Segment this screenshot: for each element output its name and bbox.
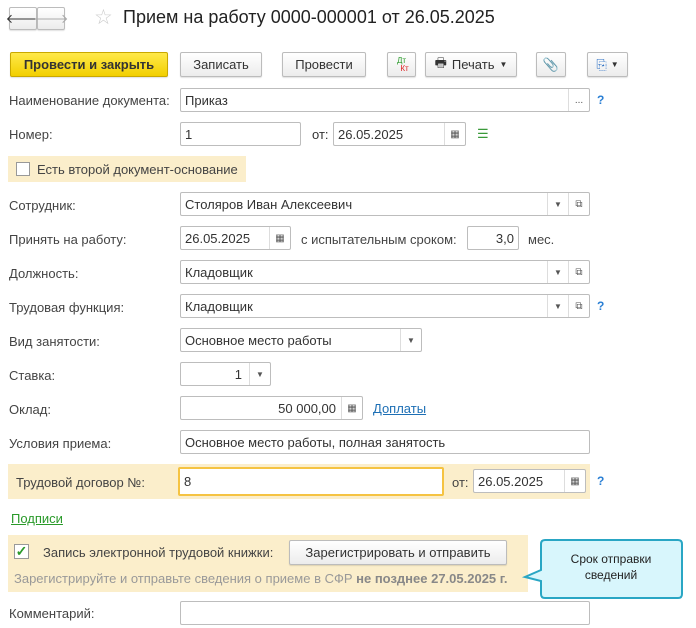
print-button[interactable]: 🖶 Печать ▼ — [425, 52, 517, 77]
chevron-down-icon[interactable]: ▼ — [547, 295, 568, 317]
position-value: Кладовщик — [185, 264, 253, 280]
hire-date-label: Принять на работу: — [9, 232, 127, 247]
print-label: Печать — [451, 57, 495, 72]
calendar-icon[interactable]: ▦ — [564, 470, 585, 492]
chevron-down-icon: ▼ — [499, 60, 508, 69]
rate-label: Ставка: — [9, 368, 56, 383]
employee-value: Столяров Иван Алексеевич — [185, 196, 353, 212]
number-field[interactable]: 1 — [180, 122, 301, 146]
chevron-down-icon[interactable]: ▼ — [249, 363, 270, 385]
salary-value: 50 000,00 — [278, 400, 336, 416]
hire-date-value: 26.05.2025 — [185, 230, 251, 246]
date-from-label: от: — [312, 127, 329, 142]
number-label: Номер: — [9, 127, 53, 142]
contract-date-field[interactable]: 26.05.2025 ▦ — [473, 469, 586, 493]
document-arrow-icon: ⎘ — [596, 56, 607, 72]
help-icon[interactable]: ? — [597, 474, 604, 488]
callout-text: Срок отправки сведений — [570, 552, 652, 582]
star-icon[interactable]: ☆ — [94, 5, 113, 30]
months-label: мес. — [528, 232, 555, 247]
etk-note: Зарегистрируйте и отправьте сведения о п… — [14, 571, 508, 586]
printer-icon: 🖶 — [434, 54, 447, 70]
extras-link[interactable]: Доплаты — [373, 401, 426, 416]
function-field[interactable]: Кладовщик ▼ ⧉ — [180, 294, 590, 318]
conditions-label: Условия приема: — [9, 436, 112, 451]
chevron-down-icon[interactable]: ▼ — [400, 329, 421, 351]
signatures-link[interactable]: Подписи — [11, 511, 63, 526]
comment-label: Комментарий: — [9, 606, 95, 621]
chevron-down-icon: ▼ — [610, 60, 619, 69]
salary-label: Оклад: — [9, 402, 51, 417]
open-icon[interactable]: ⧉ — [568, 295, 589, 317]
employee-label: Сотрудник: — [9, 198, 76, 213]
register-and-send-button[interactable]: Зарегистрировать и отправить — [289, 540, 507, 565]
function-label: Трудовая функция: — [9, 300, 125, 315]
doc-name-value: Приказ — [185, 92, 228, 108]
position-label: Должность: — [9, 266, 79, 281]
attach-button[interactable]: 📎 — [536, 52, 566, 77]
check-list-icon[interactable]: ☰ — [477, 126, 489, 142]
probation-field[interactable]: 3,0 — [467, 226, 519, 250]
employment-label: Вид занятости: — [9, 334, 100, 349]
post-and-close-button[interactable]: Провести и закрыть — [10, 52, 168, 77]
help-icon[interactable]: ? — [597, 299, 604, 313]
function-value: Кладовщик — [185, 298, 253, 314]
employment-value: Основное место работы — [185, 332, 332, 348]
chevron-down-icon[interactable]: ▼ — [547, 193, 568, 215]
kt-label: Кт — [400, 63, 409, 73]
hire-date-field[interactable]: 26.05.2025 ▦ — [180, 226, 291, 250]
date-field[interactable]: 26.05.2025 ▦ — [333, 122, 466, 146]
probation-label: с испытательным сроком: — [301, 232, 457, 247]
contract-label: Трудовой договор №: — [16, 475, 145, 490]
employee-field[interactable]: Столяров Иван Алексеевич ▼ ⧉ — [180, 192, 590, 216]
etk-checkbox[interactable]: ✓ — [14, 544, 29, 559]
employment-select[interactable]: Основное место работы ▼ — [180, 328, 422, 352]
doc-name-label: Наименование документа: — [9, 93, 170, 108]
dt-kt-button[interactable]: Дт Кт — [387, 52, 416, 77]
salary-field[interactable]: 50 000,00 ▦ — [180, 396, 363, 420]
select-button[interactable]: ... — [568, 89, 589, 111]
rate-select[interactable]: 1 ▼ — [180, 362, 271, 386]
calculator-icon[interactable]: ▦ — [341, 397, 362, 419]
calendar-icon[interactable]: ▦ — [269, 227, 290, 249]
chevron-down-icon[interactable]: ▼ — [547, 261, 568, 283]
contract-number-field[interactable]: 8 — [178, 467, 444, 496]
contract-date-value: 26.05.2025 — [478, 473, 544, 489]
etk-note-text: Зарегистрируйте и отправьте сведения о п… — [14, 571, 357, 586]
etk-label: Запись электронной трудовой книжки: — [43, 545, 274, 560]
etk-deadline: не позднее 27.05.2025 г. — [356, 571, 508, 586]
date-value: 26.05.2025 — [338, 126, 404, 142]
position-field[interactable]: Кладовщик ▼ ⧉ — [180, 260, 590, 284]
rate-value: 1 — [234, 366, 242, 382]
more-actions-button[interactable]: ⎘ ▼ — [587, 52, 628, 77]
calendar-icon[interactable]: ▦ — [444, 123, 465, 145]
arrow-right-icon: 🡒 — [33, 10, 69, 26]
second-doc-label: Есть второй документ-основание — [37, 162, 238, 177]
help-icon[interactable]: ? — [597, 93, 604, 107]
conditions-field[interactable]: Основное место работы, полная занятость — [180, 430, 590, 454]
paperclip-icon: 📎 — [542, 56, 560, 72]
save-button[interactable]: Записать — [180, 52, 262, 77]
contract-from-label: от: — [452, 475, 469, 490]
post-button[interactable]: Провести — [282, 52, 366, 77]
forward-button[interactable]: 🡒 — [34, 7, 68, 30]
second-doc-checkbox[interactable] — [16, 162, 30, 176]
doc-name-field[interactable]: Приказ... — [180, 88, 590, 112]
open-icon[interactable]: ⧉ — [568, 261, 589, 283]
page-title: Прием на работу 0000-000001 от 26.05.202… — [123, 7, 495, 27]
open-icon[interactable]: ⧉ — [568, 193, 589, 215]
